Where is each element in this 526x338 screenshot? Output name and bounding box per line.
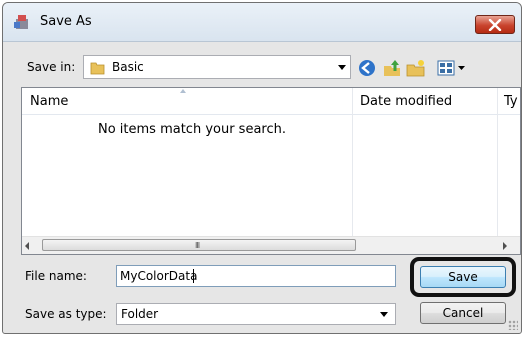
save-as-type-label: Save as type: bbox=[25, 307, 107, 321]
column-header-date-modified[interactable]: Date modified bbox=[360, 94, 452, 109]
sort-ascending-icon bbox=[180, 89, 186, 93]
column-divider bbox=[497, 88, 498, 238]
folder-icon bbox=[90, 62, 105, 75]
new-folder-icon[interactable] bbox=[406, 58, 426, 78]
save-as-type-dropdown[interactable]: Folder bbox=[116, 303, 396, 325]
save-button[interactable]: Save bbox=[420, 266, 506, 288]
file-name-input[interactable]: MyColorData bbox=[116, 265, 396, 287]
text-caret bbox=[193, 269, 194, 283]
save-as-app-icon bbox=[13, 13, 31, 31]
cancel-button[interactable]: Cancel bbox=[420, 302, 506, 324]
column-divider bbox=[352, 88, 353, 238]
scroll-left-icon[interactable] bbox=[25, 242, 29, 250]
file-list[interactable]: Name Date modified Ty No items match you… bbox=[21, 87, 521, 255]
chevron-down-icon bbox=[338, 65, 346, 70]
horizontal-scrollbar[interactable]: III bbox=[22, 236, 520, 254]
chevron-down-icon bbox=[380, 312, 388, 317]
scroll-grip: III bbox=[195, 241, 200, 250]
column-header-name[interactable]: Name bbox=[30, 94, 68, 109]
save-as-dialog: Save As Save in: Basic Name Date modifie… bbox=[2, 2, 522, 334]
resize-grip[interactable] bbox=[508, 320, 518, 330]
empty-message: No items match your search. bbox=[97, 122, 286, 137]
save-as-type-value: Folder bbox=[121, 307, 159, 321]
back-icon[interactable] bbox=[357, 58, 377, 78]
save-in-value: Basic bbox=[112, 60, 144, 74]
scroll-thumb[interactable]: III bbox=[42, 239, 356, 251]
column-header-type[interactable]: Ty bbox=[504, 94, 518, 109]
dialog-title: Save As bbox=[40, 14, 92, 29]
close-button[interactable] bbox=[475, 15, 515, 34]
up-folder-icon[interactable] bbox=[382, 58, 402, 78]
file-name-label: File name: bbox=[25, 269, 87, 283]
save-in-dropdown[interactable]: Basic bbox=[83, 55, 351, 79]
title-bar: Save As bbox=[3, 3, 521, 42]
file-list-header: Name Date modified Ty bbox=[22, 88, 520, 115]
view-menu-icon[interactable] bbox=[436, 58, 474, 78]
scroll-right-icon[interactable] bbox=[503, 242, 507, 250]
close-icon bbox=[488, 19, 502, 31]
file-name-value: MyColorData bbox=[120, 269, 198, 283]
save-in-label: Save in: bbox=[27, 60, 76, 74]
